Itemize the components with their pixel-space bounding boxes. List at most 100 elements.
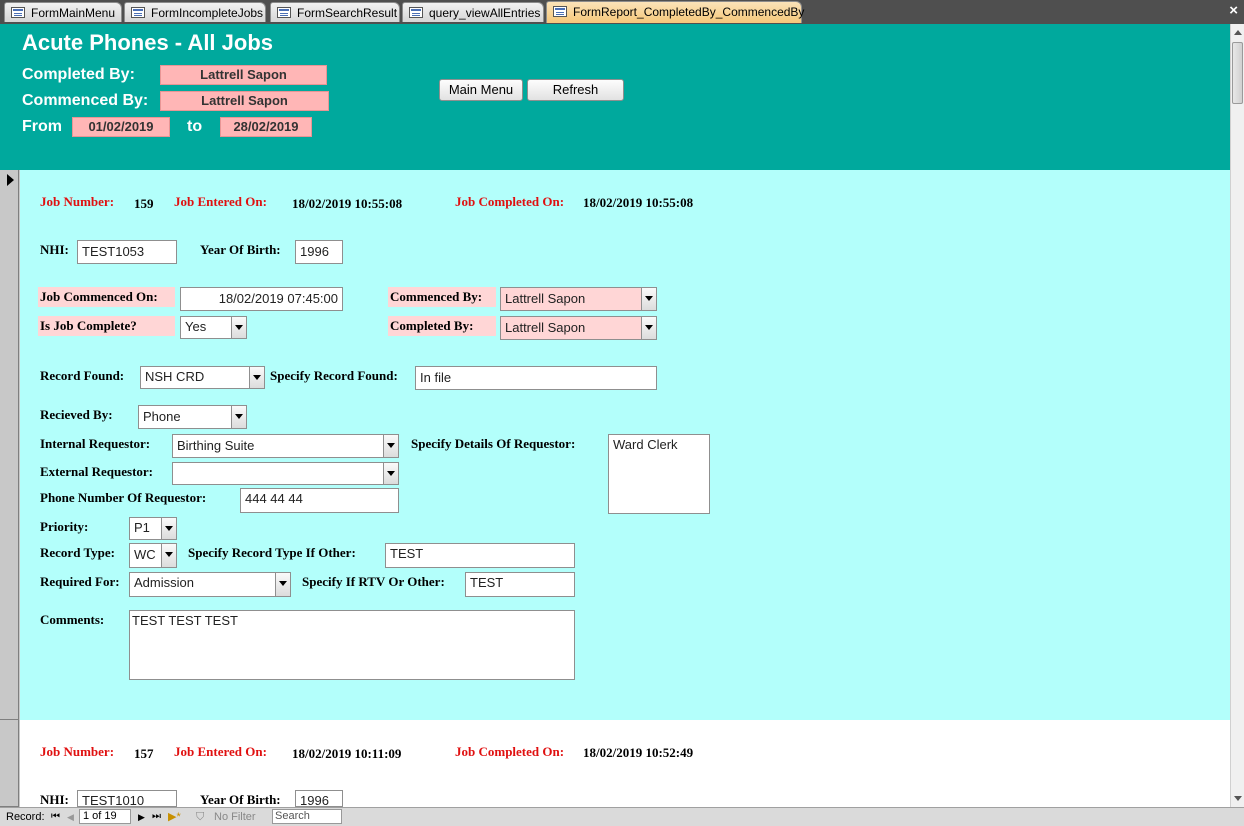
job-completed-on-label: Job Completed On: bbox=[455, 194, 565, 209]
current-record-field[interactable]: 1 of 19 bbox=[79, 809, 131, 824]
received-by-label: Recieved By: bbox=[40, 407, 113, 422]
external-requestor-label: External Requestor: bbox=[40, 464, 154, 479]
scroll-up-icon[interactable] bbox=[1234, 30, 1242, 35]
previous-record-icon[interactable]: ◀ bbox=[67, 810, 74, 824]
form-header: Acute Phones - All Jobs Completed By: La… bbox=[0, 24, 1230, 170]
job-number-label: Job Number: bbox=[40, 744, 115, 759]
required-for-label: Required For: bbox=[40, 574, 120, 589]
required-for-combo[interactable]: Admission bbox=[129, 572, 291, 597]
tab-form-incomplete-jobs[interactable]: FormIncompleteJobs bbox=[124, 2, 266, 22]
nhi-field[interactable]: TEST1010 bbox=[77, 790, 177, 807]
current-record-arrow-icon bbox=[7, 174, 14, 186]
combo-value: Phone bbox=[143, 409, 181, 424]
form-icon bbox=[131, 7, 145, 18]
combo-value: Lattrell Sapon bbox=[505, 291, 586, 306]
form-icon bbox=[277, 7, 291, 18]
received-by-combo[interactable]: Phone bbox=[138, 405, 247, 429]
nhi-field[interactable]: TEST1053 bbox=[77, 240, 177, 264]
dropdown-arrow-icon[interactable] bbox=[641, 317, 656, 339]
dropdown-arrow-icon[interactable] bbox=[249, 367, 264, 388]
internal-requestor-combo[interactable]: Birthing Suite bbox=[172, 434, 399, 458]
record-selector[interactable] bbox=[0, 720, 19, 807]
record-type-combo[interactable]: WC bbox=[129, 543, 177, 568]
specify-details-requestor-field[interactable]: Ward Clerk bbox=[608, 434, 710, 514]
tab-label: FormReport_CompletedBy_CommencedBy bbox=[573, 5, 805, 19]
record-selector-current[interactable] bbox=[0, 170, 19, 720]
record-found-label: Record Found: bbox=[40, 368, 125, 383]
comments-field[interactable]: TEST TEST TEST bbox=[129, 610, 575, 680]
dropdown-arrow-icon[interactable] bbox=[383, 435, 398, 457]
is-job-complete-combo[interactable]: Yes bbox=[180, 316, 247, 339]
tab-label: FormIncompleteJobs bbox=[151, 6, 264, 20]
dropdown-arrow-icon[interactable] bbox=[231, 406, 246, 428]
completed-by-filter[interactable]: Lattrell Sapon bbox=[160, 65, 327, 85]
specify-record-found-field[interactable]: In file bbox=[415, 366, 657, 390]
dropdown-arrow-icon[interactable] bbox=[641, 288, 656, 310]
record-label: Record: bbox=[6, 811, 45, 823]
record-type-label: Record Type: bbox=[40, 545, 115, 560]
tab-label: query_viewAllEntries bbox=[429, 6, 541, 20]
combo-value: Admission bbox=[134, 575, 194, 590]
vertical-scrollbar[interactable] bbox=[1230, 24, 1244, 807]
job-commenced-on-field[interactable]: 18/02/2019 07:45:00 bbox=[180, 287, 343, 311]
first-record-icon[interactable]: ⏮ bbox=[51, 810, 60, 824]
tab-query-view-all-entries[interactable]: query_viewAllEntries bbox=[402, 2, 544, 22]
tab-label: FormMainMenu bbox=[31, 6, 116, 20]
new-record-icon[interactable]: ▶* bbox=[168, 810, 181, 824]
combo-value: Birthing Suite bbox=[177, 438, 255, 453]
phone-number-requestor-field[interactable]: 444 44 44 bbox=[240, 488, 399, 513]
to-date-field[interactable]: 28/02/2019 bbox=[220, 117, 312, 137]
scroll-thumb[interactable] bbox=[1232, 42, 1243, 104]
completed-by-combo[interactable]: Lattrell Sapon bbox=[500, 316, 657, 340]
combo-value: Yes bbox=[185, 319, 207, 334]
job-number-value: 159 bbox=[134, 196, 154, 211]
year-of-birth-label: Year Of Birth: bbox=[200, 242, 281, 257]
dropdown-arrow-icon[interactable] bbox=[161, 544, 176, 567]
tab-label: FormSearchResult bbox=[297, 6, 398, 20]
combo-value: WC bbox=[134, 547, 156, 562]
combo-value: P1 bbox=[134, 520, 150, 535]
nhi-label: NHI: bbox=[40, 792, 69, 807]
specify-record-found-label: Specify Record Found: bbox=[270, 368, 398, 383]
job-entered-on-label: Job Entered On: bbox=[174, 194, 267, 209]
commenced-by-filter[interactable]: Lattrell Sapon bbox=[160, 91, 329, 111]
combo-value: Lattrell Sapon bbox=[505, 320, 586, 335]
dropdown-arrow-icon[interactable] bbox=[161, 518, 176, 539]
no-filter-icon: ⛉ bbox=[196, 811, 205, 823]
phone-number-requestor-label: Phone Number Of Requestor: bbox=[40, 490, 207, 505]
last-record-icon[interactable]: ⏭ bbox=[152, 810, 161, 824]
next-record-icon[interactable]: ▶ bbox=[138, 810, 145, 824]
close-icon[interactable]: × bbox=[1229, 3, 1238, 19]
job-number-value: 157 bbox=[134, 746, 154, 761]
search-input[interactable]: Search bbox=[272, 809, 342, 824]
priority-label: Priority: bbox=[40, 519, 89, 534]
year-of-birth-field[interactable]: 1996 bbox=[295, 240, 343, 264]
tab-form-search-result[interactable]: FormSearchResult bbox=[270, 2, 400, 22]
dropdown-arrow-icon[interactable] bbox=[383, 463, 398, 484]
from-date-field[interactable]: 01/02/2019 bbox=[72, 117, 170, 137]
priority-combo[interactable]: P1 bbox=[129, 517, 177, 540]
filter-status[interactable]: No Filter bbox=[214, 810, 256, 824]
year-of-birth-label: Year Of Birth: bbox=[200, 792, 281, 807]
scroll-down-icon[interactable] bbox=[1234, 796, 1242, 801]
specify-rtv-field[interactable]: TEST bbox=[465, 572, 575, 597]
external-requestor-combo[interactable] bbox=[172, 462, 399, 485]
job-completed-on-value: 18/02/2019 10:52:49 bbox=[583, 745, 694, 760]
form-icon bbox=[11, 7, 25, 18]
year-of-birth-field[interactable]: 1996 bbox=[295, 790, 343, 807]
record-found-combo[interactable]: NSH CRD bbox=[140, 366, 265, 389]
job-entered-on-value: 18/02/2019 10:55:08 bbox=[292, 196, 403, 211]
job-entered-on-label: Job Entered On: bbox=[174, 744, 267, 759]
tab-form-report-completed-by[interactable]: FormReport_CompletedBy_CommencedBy bbox=[546, 1, 805, 23]
commenced-by-combo[interactable]: Lattrell Sapon bbox=[500, 287, 657, 311]
nhi-label: NHI: bbox=[40, 242, 69, 257]
tab-form-main-menu[interactable]: FormMainMenu bbox=[4, 2, 122, 22]
query-icon bbox=[409, 7, 423, 18]
combo-value: NSH CRD bbox=[145, 369, 205, 384]
main-menu-button[interactable]: Main Menu bbox=[439, 79, 523, 101]
dropdown-arrow-icon[interactable] bbox=[275, 573, 290, 596]
refresh-button[interactable]: Refresh bbox=[527, 79, 624, 101]
specify-record-type-field[interactable]: TEST bbox=[385, 543, 575, 568]
dropdown-arrow-icon[interactable] bbox=[231, 317, 246, 338]
from-label: From bbox=[22, 118, 62, 135]
